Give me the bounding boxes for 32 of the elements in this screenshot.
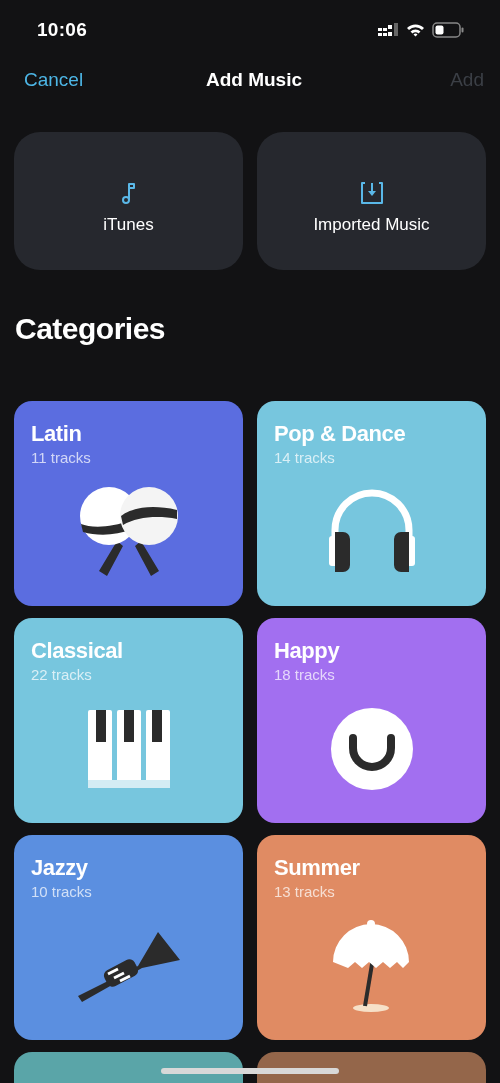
- wifi-icon: [406, 23, 425, 37]
- track-count: 22 tracks: [31, 666, 92, 684]
- track-count: 14 tracks: [274, 449, 335, 467]
- music-note-icon: [120, 181, 137, 205]
- signal-icon: [378, 23, 399, 37]
- category-card[interactable]: Pop & Dance 14 tracks: [257, 401, 486, 606]
- screen-title: Add Music: [205, 69, 303, 91]
- section-heading: Categories: [15, 312, 167, 346]
- piano-keys-icon: [87, 710, 170, 789]
- track-count: 13 tracks: [274, 883, 335, 901]
- category-card[interactable]: Happy 18 tracks: [257, 618, 486, 823]
- category-title: Summer: [274, 856, 360, 880]
- category-title: Pop & Dance: [274, 422, 406, 446]
- category-card[interactable]: Classical 22 tracks: [14, 618, 243, 823]
- source-card[interactable]: Imported Music: [257, 132, 486, 270]
- maracas-icon: [78, 486, 179, 579]
- cancel-button[interactable]: Cancel: [24, 69, 84, 91]
- category-card[interactable]: Jazzy 10 tracks: [14, 835, 243, 1040]
- source-card[interactable]: iTunes: [14, 132, 243, 270]
- download-tray-icon: [358, 181, 385, 205]
- category-card[interactable]: Summer 13 tracks: [257, 835, 486, 1040]
- battery-icon: [432, 22, 464, 38]
- smiley-icon: [330, 708, 413, 791]
- track-count: 18 tracks: [274, 666, 335, 684]
- category-title: Classical: [31, 639, 123, 663]
- status-time: 10:06: [37, 19, 88, 41]
- category-title: Happy: [274, 639, 340, 663]
- track-count: 10 tracks: [31, 883, 92, 901]
- category-card[interactable]: Latin 11 tracks: [14, 401, 243, 606]
- category-title: Jazzy: [31, 856, 88, 880]
- category-title: Latin: [31, 422, 82, 446]
- track-count: 11 tracks: [31, 449, 91, 467]
